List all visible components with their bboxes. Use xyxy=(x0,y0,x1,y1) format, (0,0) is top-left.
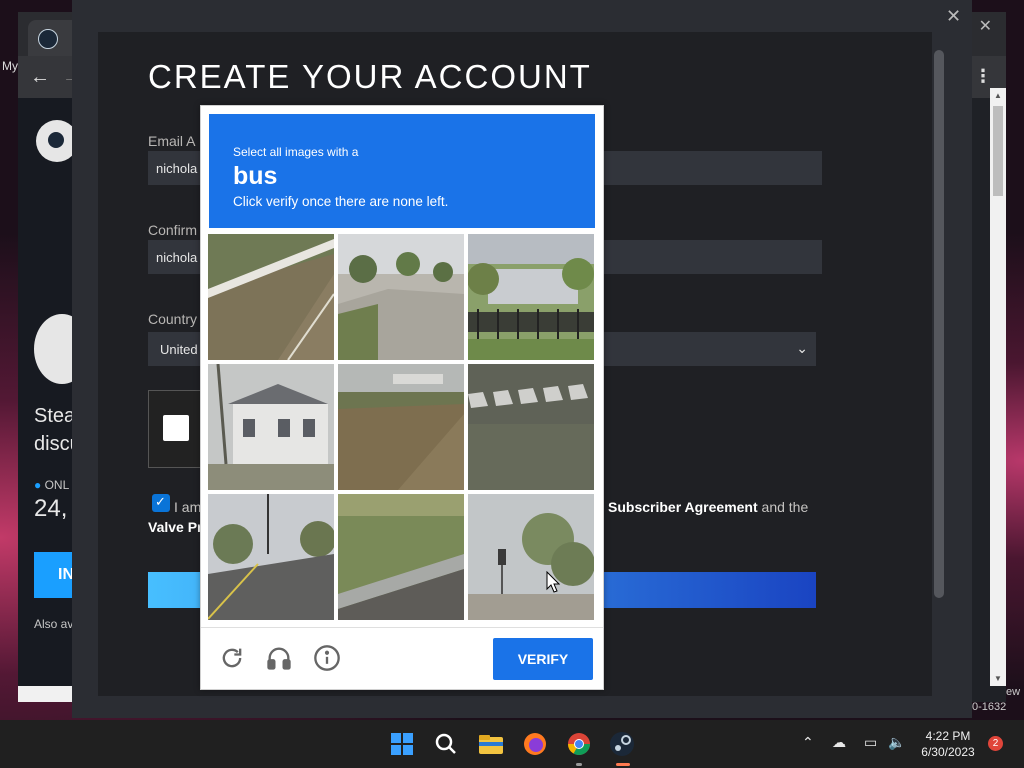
bookmarks-label[interactable]: My xyxy=(2,59,18,73)
steam-active-indicator xyxy=(616,763,630,766)
captcha-tile-8[interactable] xyxy=(338,494,464,620)
recaptcha-widget[interactable] xyxy=(148,390,206,468)
chevron-down-icon: ⌄ xyxy=(796,340,808,356)
overlay-close-icon[interactable]: ✕ xyxy=(946,6,961,27)
taskbar-clock[interactable]: 4:22 PM 6/30/2023 xyxy=(918,728,978,760)
captcha-tile-9[interactable] xyxy=(468,494,594,620)
steam-hero-line1: Stea xyxy=(34,405,76,427)
email-label: Email A xyxy=(148,133,196,149)
recaptcha-checkbox[interactable] xyxy=(163,415,189,441)
right-overflow-text-2: 0-1632 xyxy=(972,701,1007,713)
scrollbar-thumb[interactable] xyxy=(993,106,1003,196)
taskbar: ⌃ ☁ ▭ 🔈 xyxy=(0,720,1024,768)
chrome-running-indicator xyxy=(576,763,582,766)
captcha-tile-2[interactable] xyxy=(338,234,464,360)
volume-icon[interactable]: 🔈 xyxy=(888,734,905,751)
agreement-text: Subscriber Agreement and the xyxy=(608,499,809,515)
captcha-target-word: bus xyxy=(233,162,278,190)
also-available-text: Also av xyxy=(34,617,74,631)
captcha-prompt-line3: Click verify once there are none left. xyxy=(233,194,449,209)
network-icon[interactable]: ▭ xyxy=(864,734,877,751)
more-vertical-icon[interactable]: ⋮ xyxy=(974,66,992,87)
online-count: 24, xyxy=(34,495,68,522)
right-overflow-text: ew xyxy=(1006,686,1021,698)
valve-privacy-link[interactable]: Valve Pr xyxy=(148,519,203,535)
browser-close-icon[interactable]: ✕ xyxy=(979,16,992,36)
onedrive-icon[interactable]: ☁ xyxy=(832,734,846,751)
captcha-prompt-header: Select all images with a bus Click verif… xyxy=(209,114,595,228)
captcha-tile-3[interactable] xyxy=(468,234,594,360)
install-steam-button[interactable]: IN xyxy=(34,552,74,598)
online-label: ● ONL xyxy=(34,478,70,492)
clock-time: 4:22 PM xyxy=(925,729,971,743)
verify-button[interactable]: VERIFY xyxy=(493,638,593,680)
steam-icon[interactable] xyxy=(606,728,638,760)
country-label: Country xyxy=(148,311,198,327)
back-arrow-icon[interactable]: ← xyxy=(30,66,50,89)
notification-badge[interactable]: 2 xyxy=(988,736,1003,751)
agree-checkbox[interactable]: ✓ xyxy=(152,494,170,512)
captcha-tile-5[interactable] xyxy=(338,364,464,490)
scroll-down-icon[interactable]: ▼ xyxy=(994,674,1002,683)
search-icon[interactable] xyxy=(430,728,462,760)
firefox-icon[interactable] xyxy=(519,728,551,760)
steam-page-left-strip xyxy=(18,98,74,688)
captcha-tile-1[interactable] xyxy=(208,234,334,360)
browser-horizontal-scrollbar[interactable] xyxy=(18,686,72,702)
clock-date: 6/30/2023 xyxy=(921,745,975,759)
scroll-up-icon[interactable]: ▲ xyxy=(994,91,1002,100)
captcha-tile-6[interactable] xyxy=(468,364,594,490)
file-explorer-icon[interactable] xyxy=(475,728,507,760)
info-icon[interactable] xyxy=(313,644,341,672)
captcha-challenge-popup: Select all images with a bus Click verif… xyxy=(200,105,604,690)
confirm-email-label: Confirm xyxy=(148,222,198,238)
mouse-cursor-icon xyxy=(546,571,560,593)
steam-favicon-icon xyxy=(38,29,58,49)
windows-start-icon[interactable] xyxy=(386,728,418,760)
browser-vertical-scrollbar[interactable]: ▲ ▼ xyxy=(990,88,1006,686)
page-title: CREATE YOUR ACCOUNT xyxy=(148,58,592,95)
subscriber-agreement-link[interactable]: Subscriber Agreement xyxy=(608,499,758,515)
headphones-icon[interactable] xyxy=(265,644,293,672)
captcha-prompt-line1: Select all images with a xyxy=(233,145,359,159)
chrome-icon[interactable] xyxy=(563,728,595,760)
captcha-divider xyxy=(201,627,603,628)
reload-icon[interactable] xyxy=(218,644,246,672)
captcha-tile-7[interactable] xyxy=(208,494,334,620)
chevron-up-icon[interactable]: ⌃ xyxy=(802,734,814,751)
captcha-tile-4[interactable] xyxy=(208,364,334,490)
agree-text: I am xyxy=(174,499,202,515)
modal-scrollbar[interactable] xyxy=(934,50,944,598)
